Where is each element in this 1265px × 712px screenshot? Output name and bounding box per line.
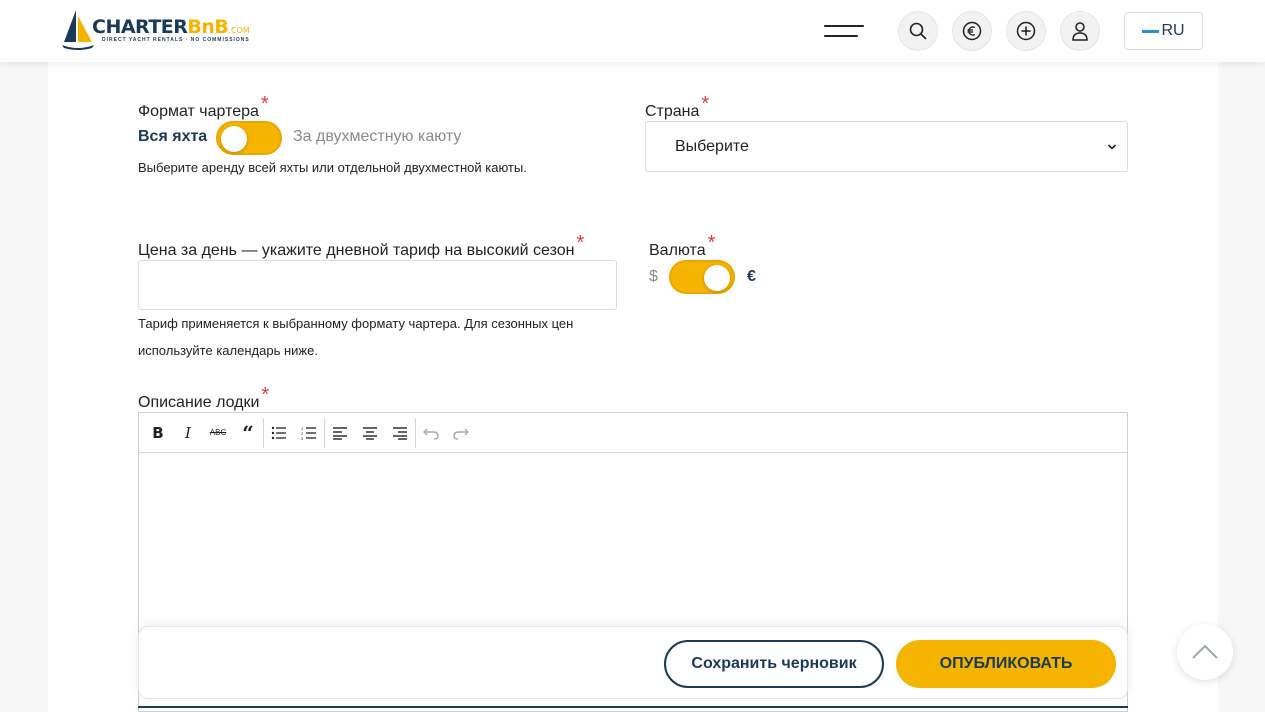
currency-label: Валюта * — [649, 232, 715, 261]
toggle-knob — [221, 126, 247, 152]
add-listing-button[interactable] — [1006, 11, 1046, 51]
logo-suffix: .COM — [228, 26, 250, 35]
logo-name: CHARTER — [92, 16, 188, 38]
italic-button[interactable]: I — [173, 418, 203, 448]
country-label: Страна * — [645, 93, 709, 122]
price-input[interactable] — [138, 260, 617, 310]
numbered-list-icon: 123 — [301, 426, 316, 440]
publish-button[interactable]: ОПУБЛИКОВАТЬ — [896, 640, 1116, 688]
currency-option-usd[interactable]: $ — [649, 268, 658, 286]
bold-icon: B — [152, 423, 164, 442]
chevron-up-icon — [1192, 644, 1218, 659]
redo-button[interactable] — [446, 418, 476, 448]
chevron-down-icon — [1107, 144, 1117, 150]
scroll-to-top-button[interactable] — [1177, 624, 1233, 680]
price-label: Цена за день — укажите дневной тариф на … — [138, 232, 584, 261]
numbered-list-button[interactable]: 123 — [294, 418, 324, 448]
price-help-line-2: используйте календарь ниже. — [138, 343, 318, 358]
svg-text:3: 3 — [301, 436, 304, 440]
user-icon — [1072, 22, 1088, 41]
quote-icon: “ — [242, 420, 254, 445]
country-select[interactable]: Выберите — [645, 121, 1128, 172]
logo-text: CHARTERBnB.COM — [92, 16, 250, 38]
charter-format-label-text: Формат чартера — [138, 103, 259, 120]
description-label-text: Описание лодки — [138, 394, 260, 411]
currency-toggle[interactable] — [669, 260, 735, 294]
undo-button[interactable] — [416, 418, 446, 448]
form-action-bar: Сохранить черновик ОПУБЛИКОВАТЬ — [138, 626, 1128, 699]
redo-icon — [453, 428, 469, 440]
logo-name-accent: BnB — [187, 16, 229, 38]
charter-format-option-whole-yacht[interactable]: Вся яхта — [138, 128, 207, 146]
search-button[interactable] — [898, 11, 938, 51]
description-label: Описание лодки * — [138, 384, 269, 413]
strikethrough-icon: ABC — [209, 428, 227, 437]
menu-icon[interactable] — [824, 25, 864, 39]
required-mark: * — [260, 93, 269, 115]
align-left-icon — [333, 426, 347, 440]
charter-format-toggle[interactable] — [216, 121, 282, 155]
toggle-knob — [704, 265, 730, 291]
quote-button[interactable]: “ — [233, 418, 263, 448]
country-label-text: Страна — [645, 103, 700, 120]
align-right-icon — [393, 426, 407, 440]
bold-button[interactable]: B — [143, 418, 173, 448]
price-label-text: Цена за день — укажите дневной тариф на … — [138, 242, 575, 259]
charter-format-option-cabin[interactable]: За двухместную каюту — [293, 128, 461, 146]
plus-circle-icon — [1016, 21, 1036, 41]
currency-button[interactable] — [952, 11, 992, 51]
charter-format-label: Формат чартера * — [138, 93, 269, 122]
country-select-value: Выберите — [675, 138, 749, 155]
site-header: CHARTERBnB.COM DIRECT YACHT RENTALS · NO… — [0, 0, 1265, 62]
save-draft-button[interactable]: Сохранить черновик — [664, 640, 884, 688]
editor-toolbar: B I ABC “ 123 — [139, 413, 1127, 453]
bullet-list-button[interactable] — [264, 418, 294, 448]
divider — [138, 706, 1128, 708]
price-help-line-1: Тариф применяется к выбранному формату ч… — [138, 316, 574, 331]
align-right-button[interactable] — [385, 418, 415, 448]
required-mark: * — [261, 384, 270, 406]
align-left-button[interactable] — [325, 418, 355, 448]
charter-format-help: Выберите аренду всей яхты или отдельной … — [138, 160, 527, 175]
language-label: RU — [1161, 22, 1185, 39]
language-selector[interactable]: RU — [1124, 12, 1203, 50]
account-button[interactable] — [1060, 11, 1100, 51]
strikethrough-button[interactable]: ABC — [203, 418, 233, 448]
currency-option-eur[interactable]: € — [747, 268, 756, 286]
undo-icon — [423, 428, 439, 440]
search-icon — [909, 22, 927, 40]
logo-tagline: DIRECT YACHT RENTALS · NO COMMISSIONS — [102, 37, 250, 43]
logo[interactable]: CHARTERBnB.COM DIRECT YACHT RENTALS · NO… — [62, 8, 252, 52]
required-mark: * — [701, 93, 710, 115]
required-mark: * — [576, 232, 585, 254]
currency-label-text: Валюта — [649, 242, 706, 259]
bullet-list-icon — [271, 426, 286, 439]
flag-icon — [1142, 29, 1160, 33]
align-center-button[interactable] — [355, 418, 385, 448]
italic-icon: I — [185, 423, 191, 442]
sail-icon — [62, 10, 94, 50]
required-mark: * — [707, 232, 716, 254]
euro-icon — [962, 21, 982, 41]
align-center-icon — [363, 426, 377, 440]
